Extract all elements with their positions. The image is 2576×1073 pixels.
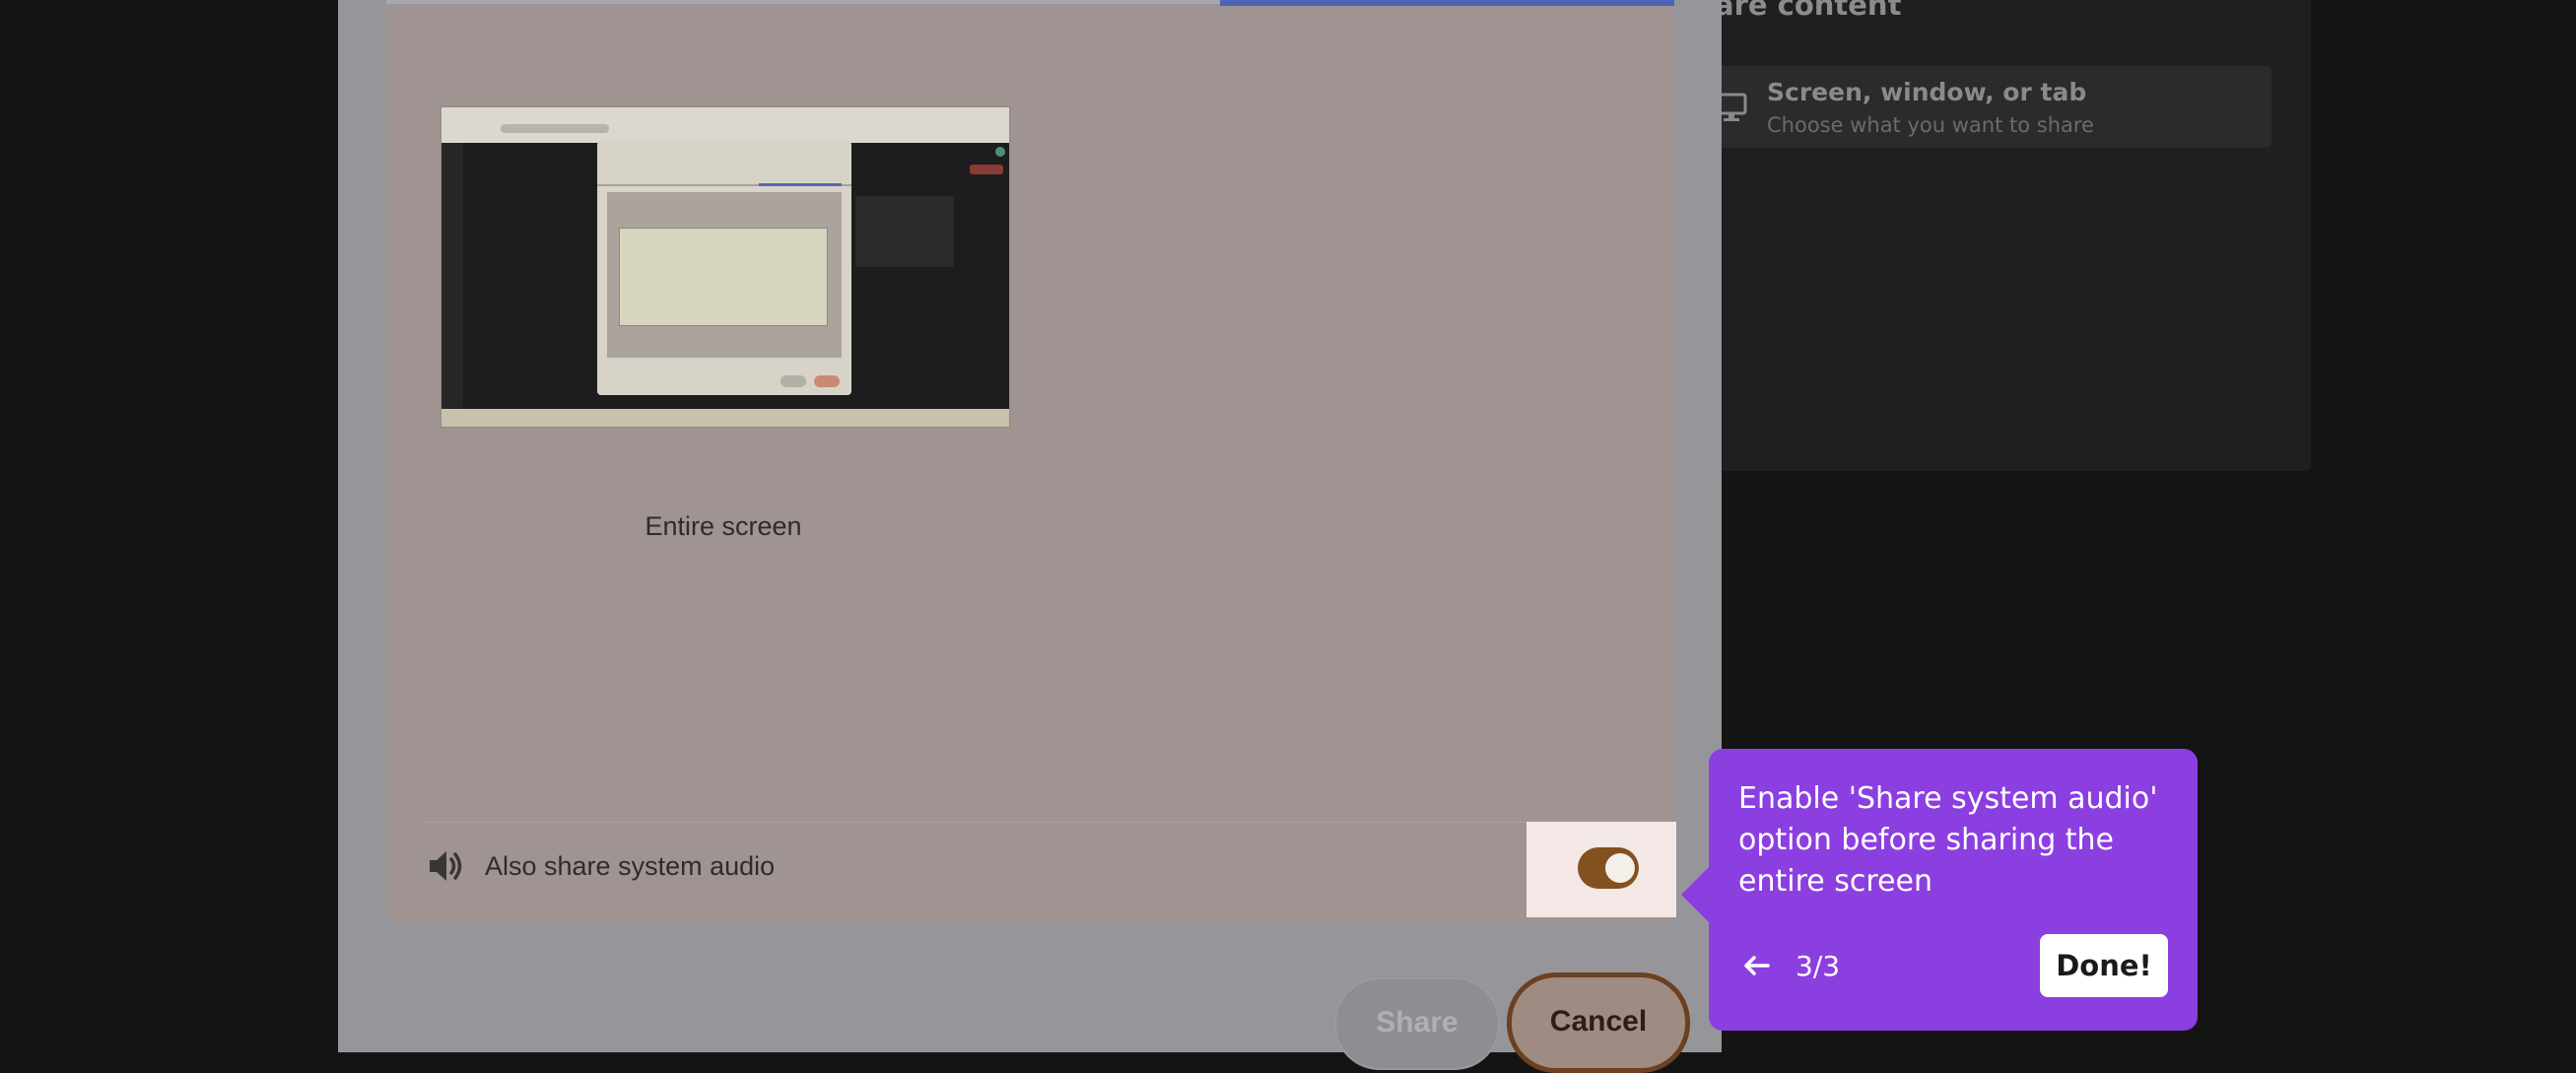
share-option-title: Screen, window, or tab (1767, 78, 2087, 106)
thumbnail-share-button (780, 375, 806, 387)
tooltip-message: Enable 'Share system audio' option befor… (1738, 781, 2158, 899)
share-screen-option[interactable]: Screen, window, or tab Choose what you w… (1715, 66, 2271, 148)
entire-screen-thumbnail[interactable] (440, 105, 1011, 429)
walkthrough-tooltip: Enable 'Share system audio' option befor… (1681, 749, 2198, 1031)
cancel-button[interactable]: Cancel (1507, 972, 1690, 1073)
thumbnail-sidebar (441, 143, 463, 409)
thumbnail-label: Entire screen (644, 511, 802, 541)
share-audio-label: Also share system audio (485, 851, 776, 881)
thumbnail-dialog-active-tab (759, 183, 842, 186)
done-button[interactable]: Done! (2040, 934, 2168, 997)
share-button[interactable]: Share (1334, 977, 1500, 1070)
thumbnail-dialog-card (619, 228, 828, 326)
thumbnail-address-bar (501, 124, 609, 133)
tooltip-pointer (1681, 865, 1711, 924)
audio-divider (421, 822, 1643, 823)
thumbnail-cancel-button (814, 375, 840, 387)
thumbnail-dialog (597, 141, 851, 395)
share-content-heading: are content (1715, 0, 1902, 22)
share-option-subtitle: Choose what you want to share (1767, 113, 2094, 137)
speaker-icon (430, 851, 462, 881)
arrow-left-icon[interactable] (1738, 948, 1774, 983)
share-audio-toggle[interactable] (1578, 847, 1639, 889)
toggle-knob (1605, 853, 1635, 883)
thumbnail-right-panel (855, 196, 954, 267)
tooltip-step-counter: 3/3 (1796, 950, 1841, 982)
thumbnail-taskbar (441, 409, 1009, 427)
thumbnail-red-button (970, 165, 1003, 174)
thumbnail-status-dot (995, 147, 1005, 157)
